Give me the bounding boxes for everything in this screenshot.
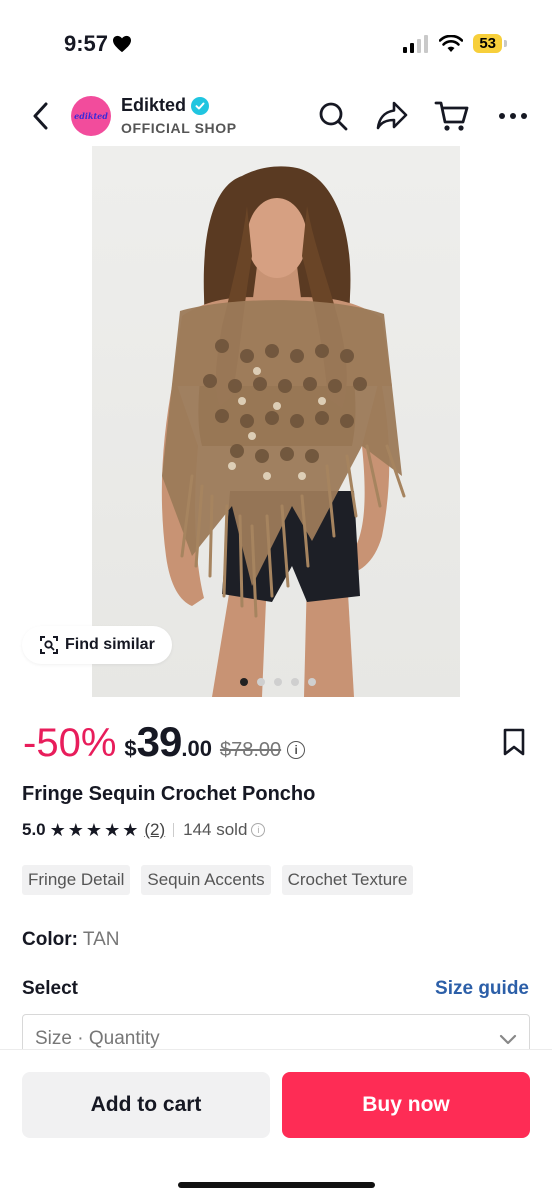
heart-icon [113,35,132,53]
price-row: -50% $ 39 .00 $78.00 i [23,718,306,766]
shop-name[interactable]: Edikted [121,95,210,116]
search-icon [319,102,348,131]
time-text: 9:57 [64,31,109,56]
status-indicators: 53 [403,34,507,53]
home-indicator[interactable] [178,1182,375,1188]
share-icon [376,101,408,130]
purchase-bar: Add to cart Buy now [0,1049,552,1200]
signal-icon [403,34,429,53]
shop-logo-text: edikted [74,111,108,121]
star-rating: ★ ★ ★ ★ ★ [50,821,139,839]
cart-icon [434,101,469,131]
cart-button[interactable] [434,98,470,134]
back-button[interactable] [26,100,54,132]
image-carousel-dots[interactable] [240,678,316,686]
chevron-down-icon [499,1034,517,1045]
sold-info-icon[interactable]: i [251,823,266,837]
buy-now-button[interactable]: Buy now [282,1072,530,1138]
select-label: Select [22,978,78,999]
price-whole: 39 [136,718,183,765]
rating-value: 5.0 [22,820,46,839]
official-shop-label: OFFICIAL SHOP [121,120,237,136]
discount-badge: -50% [23,721,117,765]
scan-icon [40,636,58,654]
carousel-dot[interactable] [291,678,299,686]
product-tags: Fringe Detail Sequin Accents Crochet Tex… [22,865,414,895]
star-icon: ★ [122,820,139,840]
product-photo [161,166,406,697]
product-title: Fringe Sequin Crochet Poncho [22,783,316,805]
carousel-dot[interactable] [274,678,282,686]
product-tag: Sequin Accents [141,865,271,895]
more-button[interactable] [495,98,531,134]
color-row: Color: TAN [22,929,119,951]
sold-count: 144 sold [183,820,248,839]
wifi-icon [439,34,464,52]
price-decimal: .00 [181,736,212,761]
carousel-dot[interactable] [240,678,248,686]
color-label: Color: [22,929,78,950]
divider [173,823,175,837]
more-icon [499,113,527,119]
verified-badge-icon [191,96,210,115]
shop-header: edikted Edikted OFFICIAL SHOP [0,88,552,146]
star-icon: ★ [104,820,121,840]
status-time: 9:57 [64,31,132,57]
status-bar: 9:57 53 [0,0,552,88]
chevron-left-icon [33,102,48,130]
size-guide-link[interactable]: Size guide [435,978,529,1000]
currency-symbol: $ [124,736,137,761]
carousel-dot[interactable] [257,678,265,686]
price-info-icon[interactable]: i [287,741,306,759]
save-button[interactable] [502,728,526,761]
bookmark-icon [503,728,525,756]
share-button[interactable] [374,98,410,134]
dropdown-placeholder: Size · Quantity [35,1028,160,1049]
battery-indicator: 53 [473,34,507,53]
find-similar-label: Find similar [65,636,155,653]
star-icon: ★ [49,820,66,840]
product-image[interactable] [92,146,460,697]
color-value: TAN [82,929,120,950]
rating-row: 5.0 ★ ★ ★ ★ ★ (2) 144 sold i [22,820,266,840]
original-price: $78.00 [219,739,282,761]
search-button[interactable] [315,98,351,134]
carousel-dot[interactable] [308,678,316,686]
shop-avatar[interactable]: edikted [71,96,111,136]
product-tag: Fringe Detail [22,865,131,895]
add-to-cart-button[interactable]: Add to cart [22,1072,270,1138]
product-tag: Crochet Texture [281,865,414,895]
find-similar-button[interactable]: Find similar [22,626,172,664]
shop-name-text: Edikted [121,95,187,115]
review-count-link[interactable]: (2) [144,820,165,840]
star-icon: ★ [67,820,84,840]
star-icon: ★ [85,820,103,840]
